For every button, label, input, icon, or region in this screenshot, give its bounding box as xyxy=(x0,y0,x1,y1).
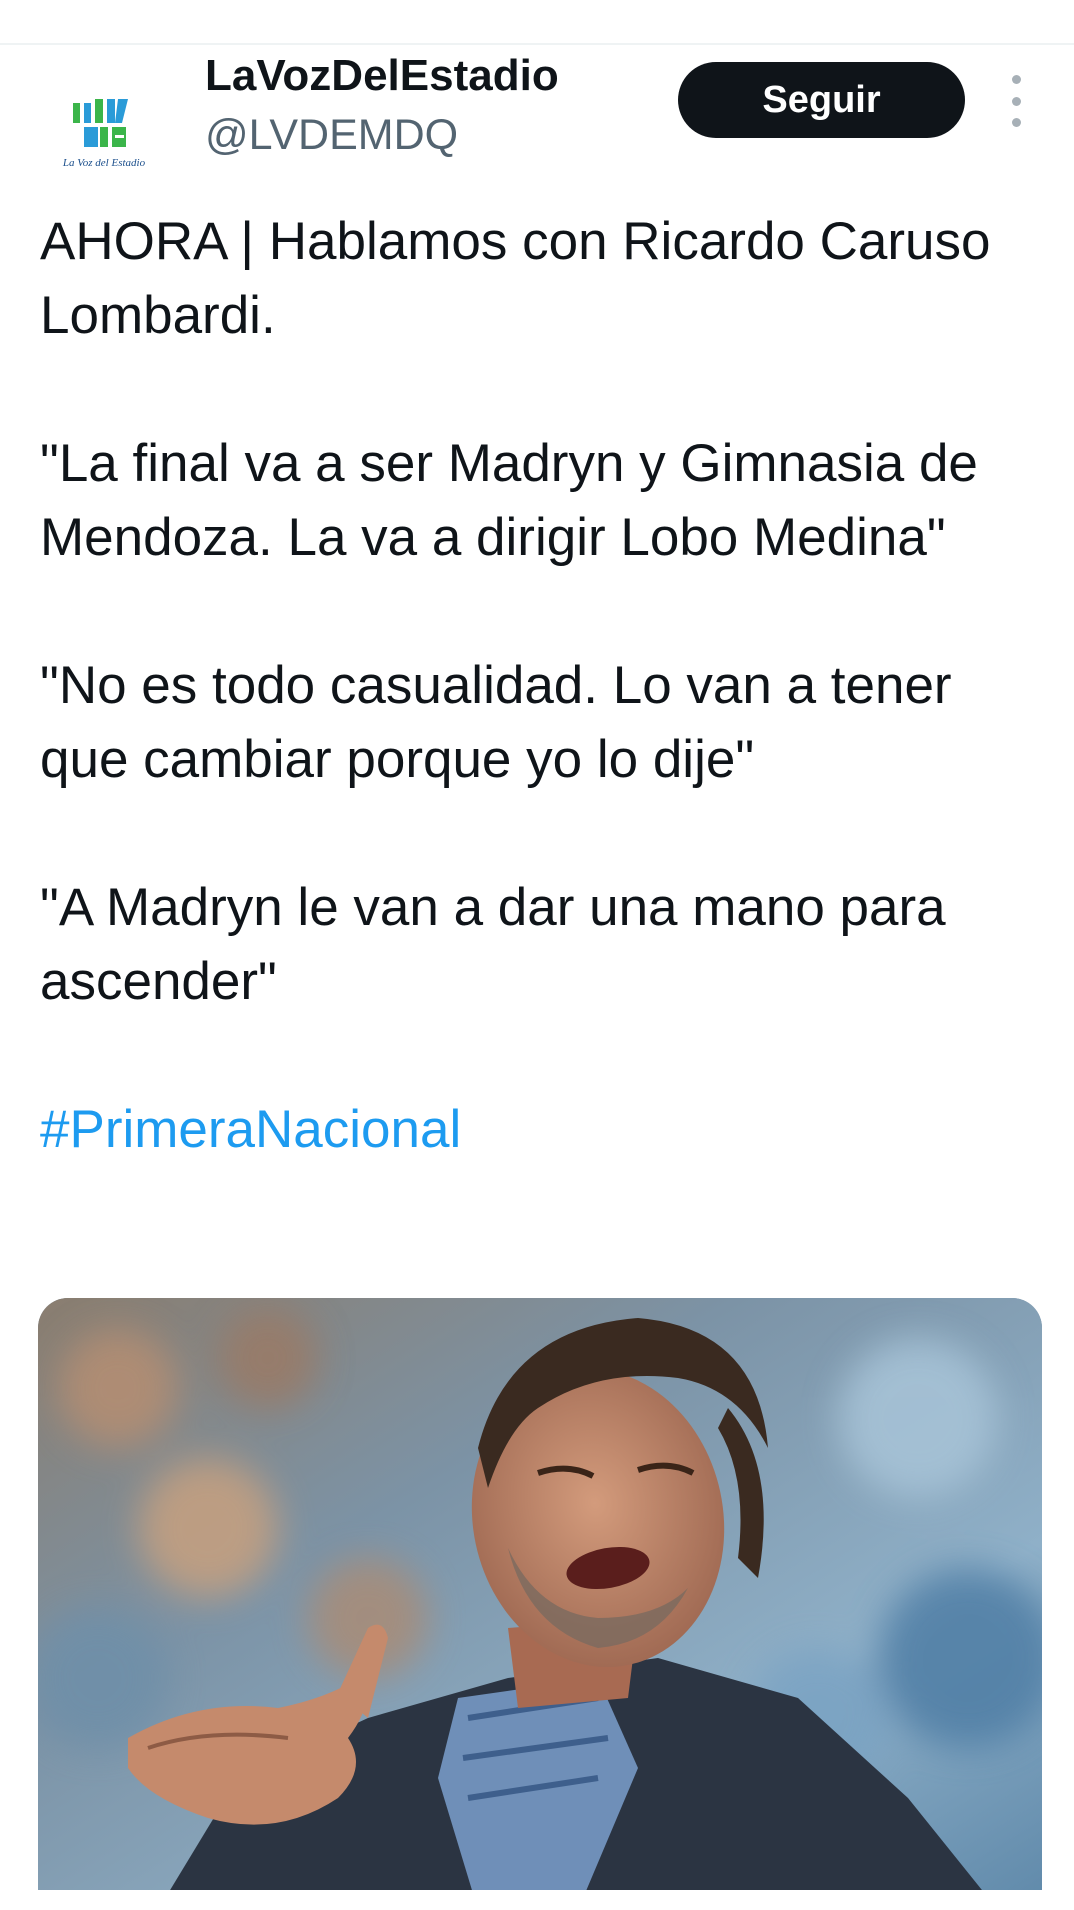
tweet-media-image[interactable] xyxy=(38,1298,1042,1910)
tweet-paragraph: "La final va a ser Madryn y Gimnasia de … xyxy=(40,434,978,567)
tweet-screen: La Voz del Estadio LaVozDelEstadio @LVDE… xyxy=(0,0,1074,1910)
more-dot xyxy=(1011,75,1021,84)
tweet-paragraph: "A Madryn le van a dar una mano para asc… xyxy=(40,878,946,1011)
more-dot xyxy=(1011,118,1021,127)
follow-button[interactable]: Seguir xyxy=(678,62,965,138)
avatar-caption: La Voz del Estadio xyxy=(62,157,146,169)
tweet-paragraph: AHORA | Hablamos con Ricardo Caruso Lomb… xyxy=(40,212,991,345)
hashtag-link[interactable]: #PrimeraNacional xyxy=(40,1100,461,1159)
display-name[interactable]: LaVozDelEstadio xyxy=(205,51,559,101)
user-handle[interactable]: @LVDEMDQ xyxy=(205,111,458,160)
photo-coach-gesturing xyxy=(38,1298,1042,1910)
avatar[interactable]: La Voz del Estadio xyxy=(40,65,168,193)
lvde-logo-icon: La Voz del Estadio xyxy=(62,99,146,169)
more-options-icon[interactable] xyxy=(996,75,1036,127)
tweet-paragraph: "No es todo casualidad. Lo van a tener q… xyxy=(40,656,952,789)
more-dot xyxy=(1011,96,1021,106)
bottom-edge xyxy=(0,1890,1074,1910)
hashtag-paragraph: #PrimeraNacional xyxy=(40,1093,1050,1167)
tweet-text: AHORA | Hablamos con Ricardo Caruso Lomb… xyxy=(40,205,1050,1241)
tweet-header: La Voz del Estadio LaVozDelEstadio @LVDE… xyxy=(0,45,1074,195)
